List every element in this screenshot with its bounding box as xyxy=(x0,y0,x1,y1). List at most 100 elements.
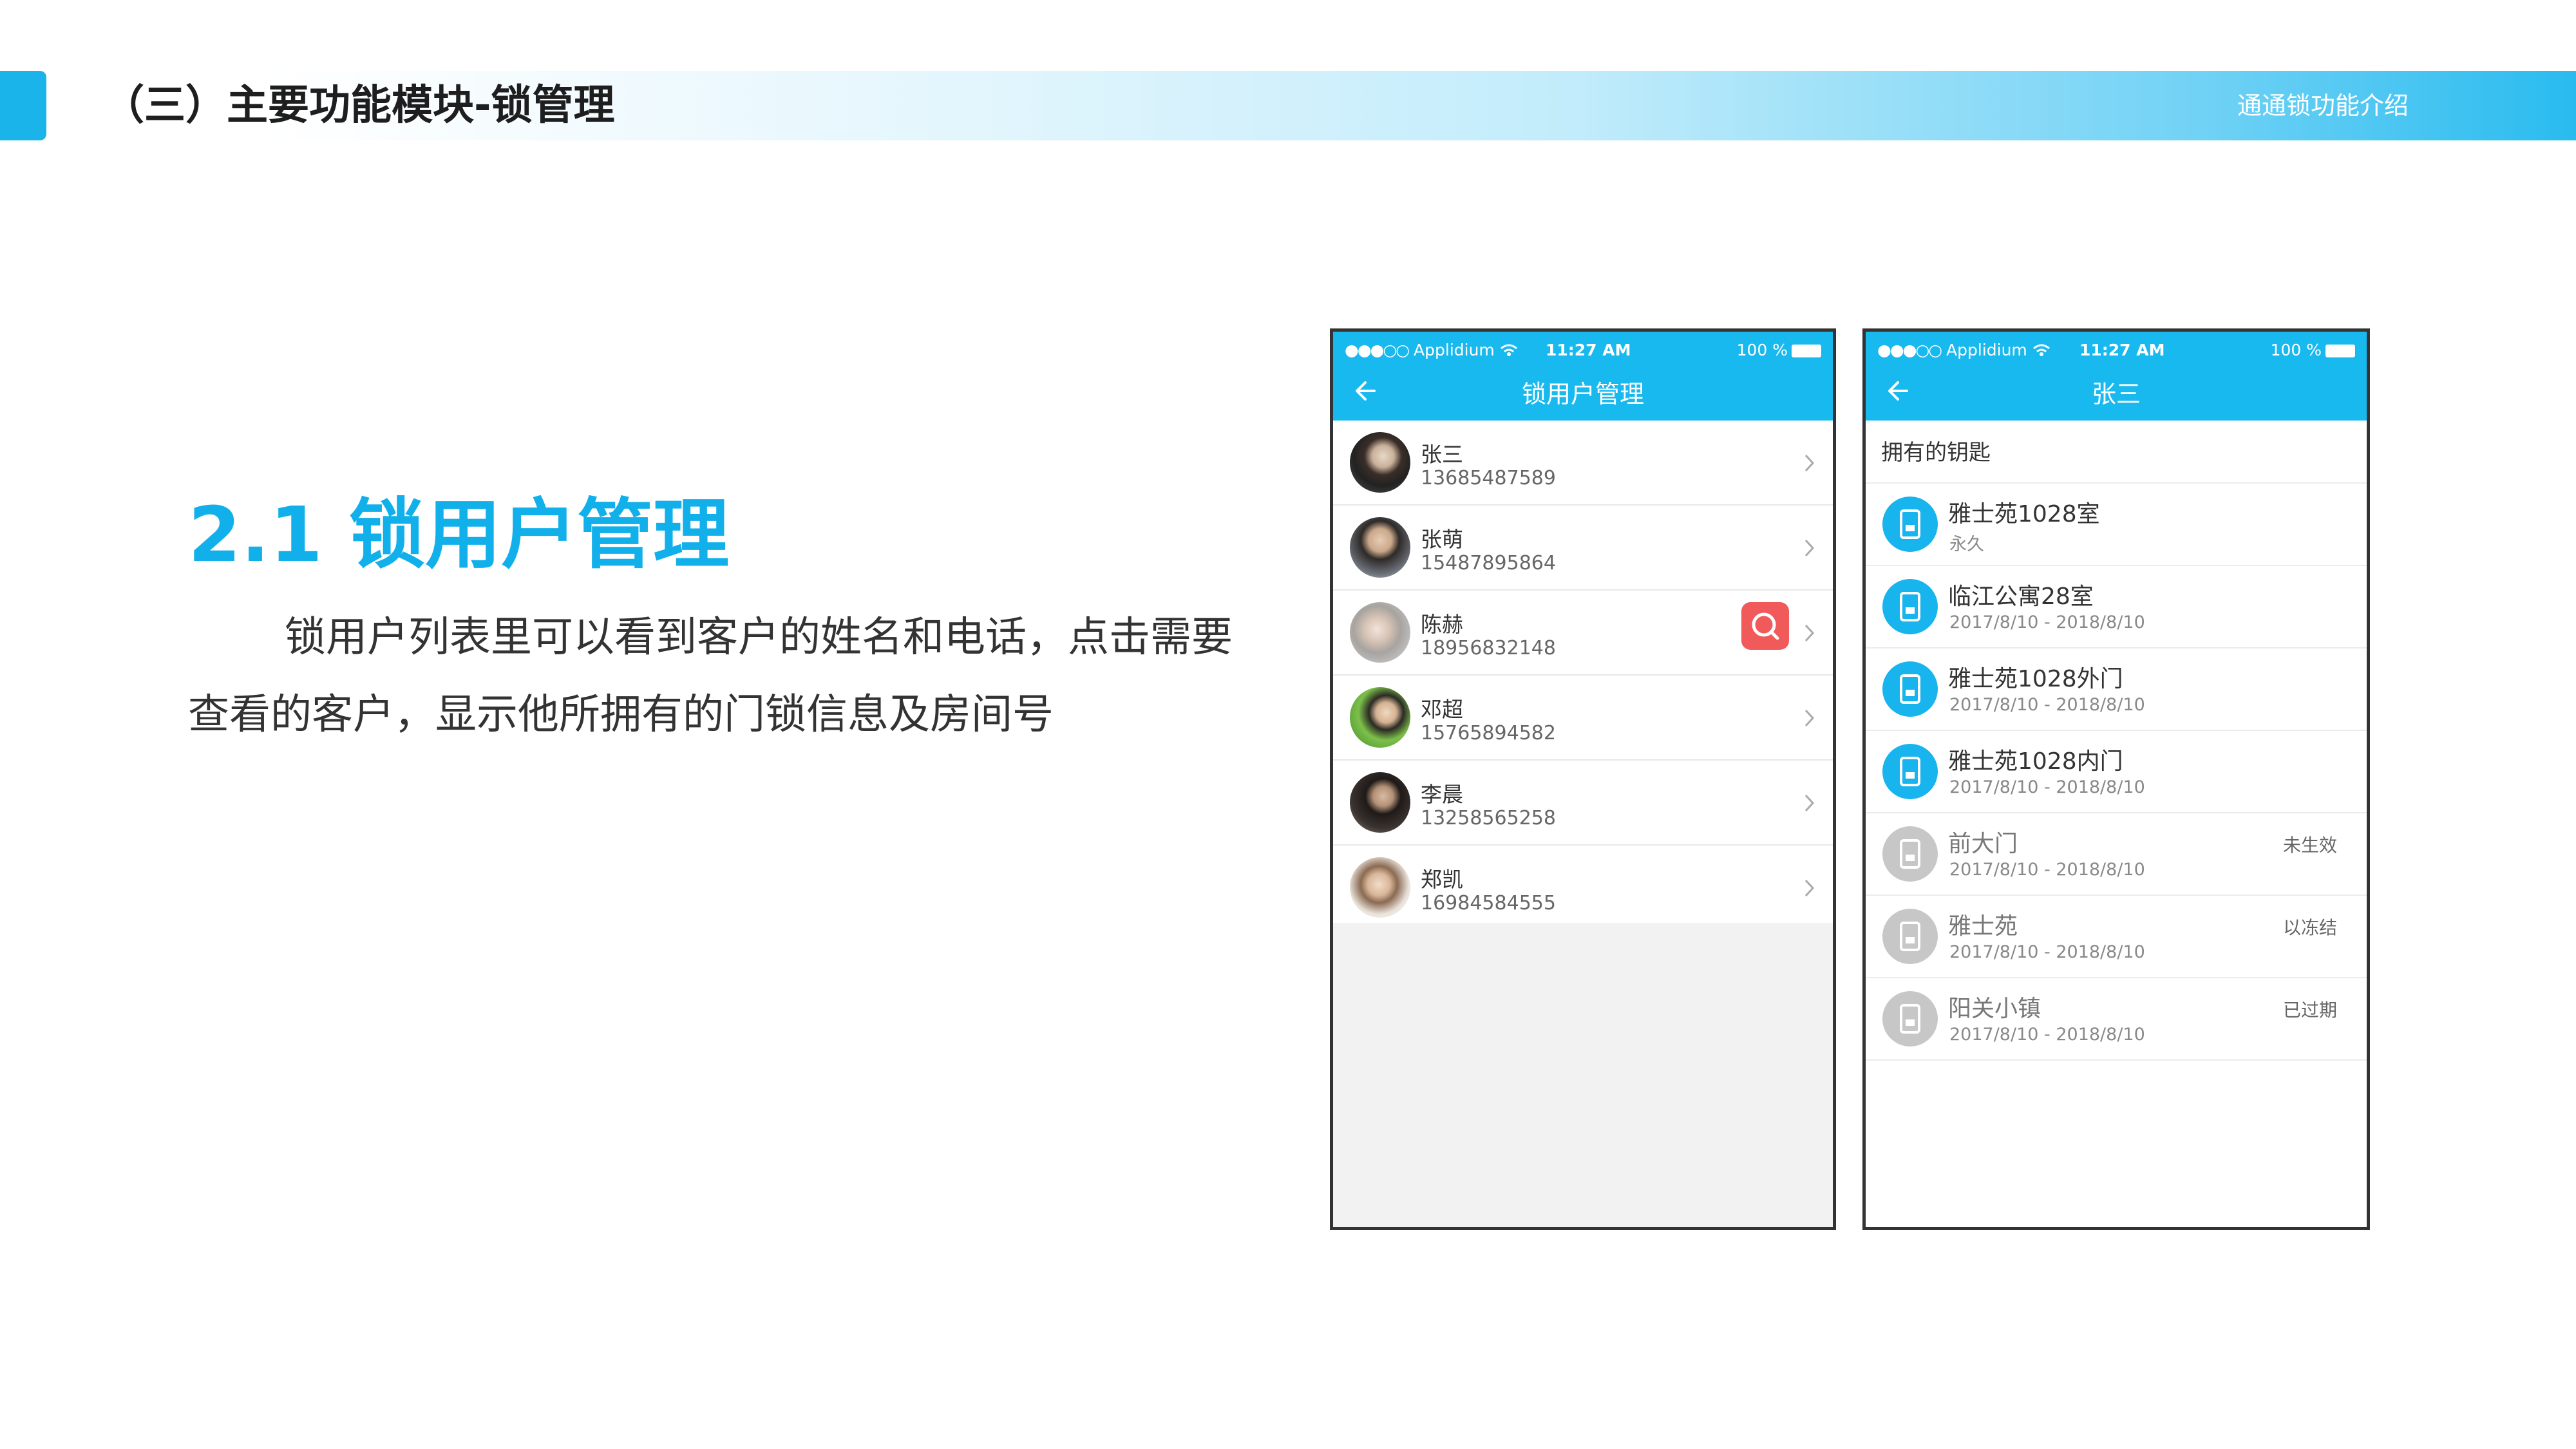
user-row[interactable]: 张三 13685487589 xyxy=(1333,421,1833,506)
carrier-label: Applidium xyxy=(1946,341,2027,359)
search-button[interactable] xyxy=(1741,602,1789,650)
key-name: 雅士苑1028室 xyxy=(1948,501,2100,527)
empty-list-area xyxy=(1333,923,1833,1227)
battery-icon xyxy=(2325,345,2355,357)
chevron-right-icon xyxy=(1804,454,1815,472)
key-row[interactable]: 雅士苑1028内门 2017/8/10 - 2018/8/10 xyxy=(1866,730,2367,812)
user-name: 张萌 xyxy=(1421,527,1463,552)
key-period: 2017/8/10 - 2018/8/10 xyxy=(1949,777,2145,797)
avatar xyxy=(1350,772,1410,833)
status-time: 11:27 AM xyxy=(2079,341,2165,359)
chevron-right-icon xyxy=(1804,794,1815,812)
user-row[interactable]: 邓超 15765894582 xyxy=(1333,676,1833,761)
key-icon-circle xyxy=(1882,909,1938,964)
user-row[interactable]: 李晨 13258565258 xyxy=(1333,761,1833,846)
wifi-icon xyxy=(1500,344,1517,356)
key-name: 阳关小镇 xyxy=(1948,996,2041,1022)
key-status-badge: 已过期 xyxy=(2282,999,2337,1021)
key-status-badge: 以冻结 xyxy=(2282,917,2337,938)
key-icon-circle xyxy=(1882,991,1938,1046)
battery-label: 100 % xyxy=(2270,341,2322,359)
door-lock-icon xyxy=(1900,509,1920,539)
key-row[interactable]: 雅士苑 2017/8/10 - 2018/8/10 以冻结 xyxy=(1866,895,2367,977)
chevron-right-icon xyxy=(1804,879,1815,897)
user-name: 陈赫 xyxy=(1421,612,1463,637)
door-lock-icon xyxy=(1900,757,1920,786)
key-row[interactable]: 雅士苑1028室 永久 xyxy=(1866,482,2367,565)
key-period: 2017/8/10 - 2018/8/10 xyxy=(1949,942,2145,962)
screen-title: 张三 xyxy=(2091,380,2141,408)
chevron-right-icon xyxy=(1804,539,1815,557)
chevron-right-icon xyxy=(1804,624,1815,642)
screen-title: 锁用户管理 xyxy=(1521,380,1644,408)
key-name: 雅士苑1028外门 xyxy=(1948,666,2123,692)
key-period: 2017/8/10 - 2018/8/10 xyxy=(1949,1025,2145,1045)
user-name: 张三 xyxy=(1421,442,1463,467)
user-phone: 16984584555 xyxy=(1421,892,1556,914)
battery-icon xyxy=(1792,345,1821,357)
key-name: 临江公寓28室 xyxy=(1948,583,2094,610)
status-carrier: ●●●○○ Applidium xyxy=(1345,341,1518,359)
phone-user-keys: ●●●○○ Applidium 11:27 AM 100 % 张三 拥有的钥匙 … xyxy=(1862,328,2370,1230)
signal-icon: ●●●○○ xyxy=(1877,341,1942,359)
key-period: 2017/8/10 - 2018/8/10 xyxy=(1949,612,2145,632)
key-status-badge: 未生效 xyxy=(2282,835,2337,856)
app-top-bar: ●●●○○ Applidium 11:27 AM 100 % 张三 xyxy=(1866,332,2367,421)
user-phone: 13258565258 xyxy=(1421,807,1556,829)
battery-label: 100 % xyxy=(1736,341,1788,359)
key-row[interactable]: 临江公寓28室 2017/8/10 - 2018/8/10 xyxy=(1866,565,2367,647)
key-row[interactable]: 前大门 2017/8/10 - 2018/8/10 未生效 xyxy=(1866,812,2367,895)
user-row[interactable]: 张萌 15487895864 xyxy=(1333,506,1833,591)
phone-user-list: ●●●○○ Applidium 11:27 AM 100 % 锁用户管理 张三 … xyxy=(1330,328,1836,1230)
user-phone: 15487895864 xyxy=(1421,552,1556,574)
chevron-right-icon xyxy=(1804,709,1815,727)
door-lock-icon xyxy=(1900,592,1920,621)
door-lock-icon xyxy=(1900,922,1920,951)
avatar xyxy=(1350,687,1410,748)
page-subtitle: 通通锁功能介绍 xyxy=(2237,91,2409,120)
status-battery: 100 % xyxy=(2271,341,2355,359)
status-carrier: ●●●○○ Applidium xyxy=(1877,341,2050,359)
user-name: 李晨 xyxy=(1421,782,1463,807)
door-lock-icon xyxy=(1900,839,1920,869)
key-row[interactable]: 雅士苑1028外门 2017/8/10 - 2018/8/10 xyxy=(1866,647,2367,730)
wifi-icon xyxy=(2032,344,2050,356)
avatar xyxy=(1350,857,1410,918)
key-icon-circle xyxy=(1882,661,1938,717)
user-list: 张三 13685487589 张萌 15487895864 陈赫 1895683… xyxy=(1333,421,1833,931)
user-phone: 15765894582 xyxy=(1421,722,1556,744)
key-icon-circle xyxy=(1882,579,1938,634)
key-icon-circle xyxy=(1882,744,1938,799)
user-name: 郑凯 xyxy=(1421,867,1463,892)
section-title: 2.1 锁用户管理 xyxy=(188,490,730,579)
signal-icon: ●●●○○ xyxy=(1345,341,1410,359)
key-name: 雅士苑 xyxy=(1948,913,2018,940)
key-row[interactable]: 阳关小镇 2017/8/10 - 2018/8/10 已过期 xyxy=(1866,977,2367,1061)
key-icon-circle xyxy=(1882,497,1938,552)
user-row[interactable]: 陈赫 18956832148 xyxy=(1333,591,1833,676)
user-name: 邓超 xyxy=(1421,697,1463,722)
door-lock-icon xyxy=(1900,1004,1920,1034)
status-battery: 100 % xyxy=(1737,341,1821,359)
status-time: 11:27 AM xyxy=(1546,341,1631,359)
carrier-label: Applidium xyxy=(1414,341,1495,359)
door-lock-icon xyxy=(1900,674,1920,704)
header-accent-bar xyxy=(0,71,46,140)
user-row[interactable]: 郑凯 16984584555 xyxy=(1333,846,1833,931)
user-phone: 18956832148 xyxy=(1421,637,1556,659)
avatar xyxy=(1350,517,1410,578)
key-list: 雅士苑1028室 永久 临江公寓28室 2017/8/10 - 2018/8/1… xyxy=(1866,482,2367,1061)
key-name: 前大门 xyxy=(1948,831,2018,857)
page-title: （三）主要功能模块-锁管理 xyxy=(103,82,615,129)
avatar xyxy=(1350,602,1410,663)
key-period: 2017/8/10 - 2018/8/10 xyxy=(1949,860,2145,880)
key-name: 雅士苑1028内门 xyxy=(1948,748,2123,775)
app-top-bar: ●●●○○ Applidium 11:27 AM 100 % 锁用户管理 xyxy=(1333,332,1833,421)
search-icon xyxy=(1752,612,1779,640)
key-icon-circle xyxy=(1882,826,1938,882)
avatar xyxy=(1350,432,1410,493)
key-period: 永久 xyxy=(1949,535,1984,554)
keys-section-label: 拥有的钥匙 xyxy=(1881,440,1991,466)
user-phone: 13685487589 xyxy=(1421,467,1556,489)
key-period: 2017/8/10 - 2018/8/10 xyxy=(1949,695,2145,715)
